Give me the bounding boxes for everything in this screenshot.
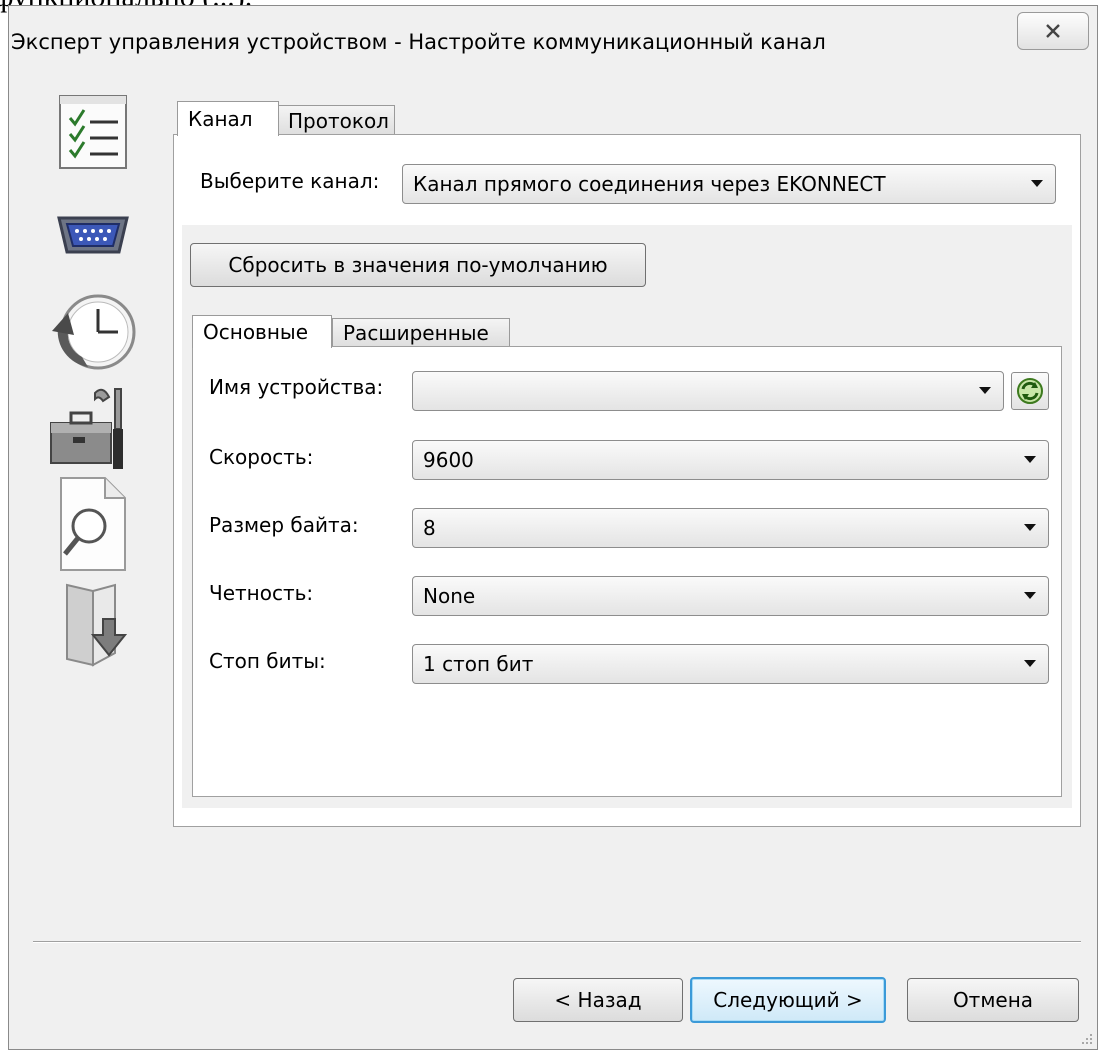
document-search-icon[interactable] — [43, 474, 143, 574]
tab-label: Протокол — [288, 108, 389, 133]
checklist-icon[interactable] — [43, 92, 143, 172]
speed-select[interactable]: 9600 — [412, 440, 1049, 480]
speed-value: 9600 — [423, 448, 474, 472]
stop-bits-label: Стоп биты: — [209, 649, 326, 673]
tab-protocol[interactable]: Протокол — [277, 105, 395, 135]
device-name-select[interactable] — [412, 371, 1004, 411]
next-button-label: Следующий > — [713, 988, 863, 1012]
tab-basic[interactable]: Основные — [192, 315, 332, 348]
channel-select-value: Канал прямого соединения через EKONNECT — [413, 172, 886, 196]
reset-defaults-label: Сбросить в значения по-умолчанию — [228, 253, 608, 277]
chevron-down-icon — [1024, 524, 1036, 531]
wizard-steps-sidebar — [33, 92, 149, 692]
footer-separator — [33, 941, 1081, 943]
back-button-label: < Назад — [554, 988, 642, 1012]
cancel-button[interactable]: Отмена — [907, 978, 1079, 1022]
back-button[interactable]: < Назад — [513, 978, 683, 1022]
clock-history-icon[interactable] — [43, 287, 143, 377]
parity-label: Четность: — [209, 581, 314, 605]
stop-bits-select[interactable]: 1 стоп бит — [412, 644, 1049, 684]
dialog-window: Эксперт управления устройством - Настрой… — [8, 5, 1098, 1050]
parity-select[interactable]: None — [412, 576, 1049, 616]
byte-size-label: Размер байта: — [209, 513, 359, 537]
speed-label: Скорость: — [209, 445, 314, 469]
refresh-icon — [1017, 378, 1043, 404]
refresh-devices-button[interactable] — [1011, 372, 1049, 410]
channel-tab-panel: Выберите канал: Канал прямого соединения… — [173, 134, 1081, 827]
chevron-down-icon — [1031, 180, 1043, 187]
parity-value: None — [423, 584, 476, 608]
folder-download-icon[interactable] — [43, 579, 143, 669]
next-button[interactable]: Следующий > — [690, 977, 886, 1023]
tab-label: Расширенные — [343, 321, 489, 345]
chevron-down-icon — [979, 387, 991, 394]
toolbox-icon[interactable] — [43, 379, 143, 479]
window-title: Эксперт управления устройством - Настрой… — [11, 30, 826, 54]
cancel-button-label: Отмена — [952, 988, 1034, 1012]
device-name-label: Имя устройства: — [209, 375, 384, 399]
chevron-down-icon — [1024, 456, 1036, 463]
stop-bits-value: 1 стоп бит — [423, 652, 534, 676]
reset-defaults-button[interactable]: Сбросить в значения по-умолчанию — [190, 243, 646, 287]
channel-select[interactable]: Канал прямого соединения через EKONNECT — [402, 164, 1056, 204]
basic-tab-panel: Имя устройства: Скорость: 9600 Размер ба… — [192, 346, 1062, 797]
title-bar: Эксперт управления устройством - Настрой… — [9, 6, 1097, 81]
tab-label: Основные — [203, 320, 309, 344]
chevron-down-icon — [1024, 592, 1036, 599]
channel-select-label: Выберите канал: — [200, 169, 380, 193]
tab-label: Канал — [188, 107, 253, 131]
close-button[interactable] — [1017, 12, 1089, 50]
close-icon — [1046, 24, 1060, 38]
resize-grip-icon[interactable] — [1079, 1031, 1093, 1045]
tab-channel[interactable]: Канал — [177, 101, 279, 136]
serial-port-icon[interactable] — [43, 210, 143, 260]
byte-size-select[interactable]: 8 — [412, 508, 1049, 548]
byte-size-value: 8 — [423, 516, 436, 540]
tab-advanced[interactable]: Расширенные — [332, 318, 510, 347]
chevron-down-icon — [1024, 660, 1036, 667]
